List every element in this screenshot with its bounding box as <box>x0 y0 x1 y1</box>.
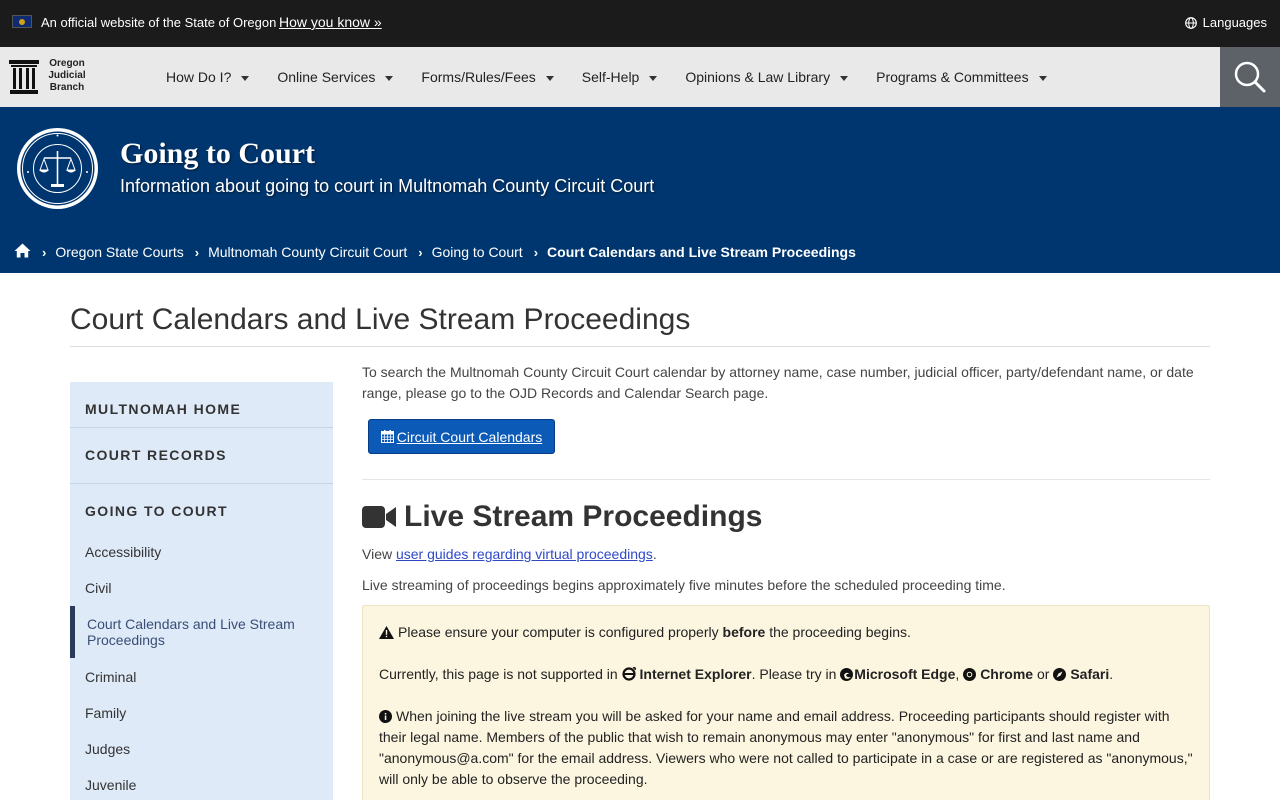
chevron-right-icon: › <box>42 244 47 260</box>
calendar-search-intro: To search the Multnomah County Circuit C… <box>362 364 1194 401</box>
browser-notice-alert: Please ensure your computer is configure… <box>362 605 1210 800</box>
divider <box>70 483 333 484</box>
sidebar-item-court-calendars[interactable]: Court Calendars and Live Stream Proceedi… <box>70 606 333 658</box>
page-hero: Going to Court Information about going t… <box>0 107 1280 273</box>
microsoft-edge-icon <box>840 668 854 681</box>
caret-down-icon <box>1038 75 1047 81</box>
calendar-icon <box>380 430 394 443</box>
divider <box>362 479 1210 480</box>
section-sidebar: MULTNOMAH HOME COURT RECORDS GOING TO CO… <box>70 382 333 800</box>
sidebar-item-civil[interactable]: Civil <box>85 580 111 596</box>
nav-online-services[interactable]: Online Services <box>263 47 407 107</box>
caret-down-icon <box>649 75 658 81</box>
safari-icon <box>1053 668 1067 681</box>
breadcrumb-multnomah-county[interactable]: Multnomah County Circuit Court <box>208 244 407 260</box>
view-user-guides-text: View user guides regarding virtual proce… <box>362 546 657 562</box>
caret-down-icon <box>241 75 250 81</box>
sidebar-item-judges[interactable]: Judges <box>85 741 130 757</box>
main-navigation: Oregon Judicial Branch How Do I? Online … <box>0 47 1280 107</box>
browser-support-notice: Currently, this page is not supported in… <box>379 666 1114 682</box>
chevron-right-icon: › <box>194 244 200 260</box>
sidebar-item-label: Court Calendars and Live Stream Proceedi… <box>87 616 295 648</box>
ojd-logo[interactable]: Oregon Judicial Branch <box>9 58 93 96</box>
oregon-flag-icon <box>12 15 32 28</box>
breadcrumb: › Oregon State Courts › Multnomah County… <box>14 243 856 261</box>
nav-opinions-law-library[interactable]: Opinions & Law Library <box>671 47 862 107</box>
caret-down-icon <box>840 75 849 81</box>
chevron-right-icon: › <box>533 244 539 260</box>
search-icon <box>1234 61 1266 93</box>
sidebar-item-family[interactable]: Family <box>85 705 126 721</box>
logo-text: Oregon Judicial Branch <box>48 58 86 93</box>
nav-self-help[interactable]: Self-Help <box>568 47 672 107</box>
warning-icon <box>379 626 394 639</box>
courthouse-column-icon <box>9 60 39 94</box>
circuit-court-calendars-button[interactable]: Circuit Court Calendars <box>368 419 555 454</box>
sidebar-multnomah-home[interactable]: MULTNOMAH HOME <box>85 401 241 417</box>
chrome-icon <box>963 668 977 681</box>
hero-subtitle: Information about going to court in Mult… <box>120 176 655 196</box>
page-title: Court Calendars and Live Stream Proceedi… <box>70 303 691 336</box>
official-site-text: An official website of the State of Oreg… <box>41 15 277 30</box>
internet-explorer-icon <box>621 667 636 681</box>
search-button[interactable] <box>1220 47 1280 107</box>
sidebar-item-criminal[interactable]: Criminal <box>85 669 136 685</box>
breadcrumb-current: Court Calendars and Live Stream Proceedi… <box>547 244 856 260</box>
languages-label: Languages <box>1202 15 1267 30</box>
live-stream-heading: Live Stream Proceedings <box>362 500 762 534</box>
live-stream-registration-notice: When joining the live stream you will be… <box>379 708 1193 787</box>
languages-button[interactable]: Languages <box>1184 15 1267 30</box>
home-icon[interactable] <box>14 243 31 261</box>
nav-forms-rules-fees[interactable]: Forms/Rules/Fees <box>407 47 567 107</box>
video-camera-icon <box>362 506 396 528</box>
caret-down-icon <box>385 75 394 81</box>
sidebar-going-to-court[interactable]: GOING TO COURT <box>85 503 228 519</box>
how-you-know-link[interactable]: How you know » <box>279 14 382 30</box>
sidebar-item-accessibility[interactable]: Accessibility <box>85 544 161 560</box>
configure-computer-notice: Please ensure your computer is configure… <box>379 622 911 643</box>
sidebar-court-records[interactable]: COURT RECORDS <box>85 447 227 463</box>
hero-title: Going to Court <box>120 137 315 170</box>
chevron-right-icon: › <box>418 244 423 260</box>
stream-start-note: Live streaming of proceedings begins app… <box>362 577 1006 593</box>
divider <box>70 427 333 428</box>
info-icon <box>379 710 392 723</box>
breadcrumb-going-to-court[interactable]: Going to Court <box>432 244 523 260</box>
caret-down-icon <box>545 75 554 81</box>
breadcrumb-oregon-state-courts[interactable]: Oregon State Courts <box>55 244 183 260</box>
globe-icon <box>1184 16 1197 29</box>
user-guides-link[interactable]: user guides regarding virtual proceeding… <box>396 546 653 562</box>
divider <box>70 346 1210 347</box>
sidebar-item-juvenile[interactable]: Juvenile <box>85 777 136 793</box>
nav-programs-committees[interactable]: Programs & Committees <box>862 47 1060 107</box>
official-banner: An official website of the State of Oreg… <box>0 0 1280 47</box>
judicial-department-seal-icon <box>17 128 98 209</box>
nav-how-do-i[interactable]: How Do I? <box>152 47 263 107</box>
